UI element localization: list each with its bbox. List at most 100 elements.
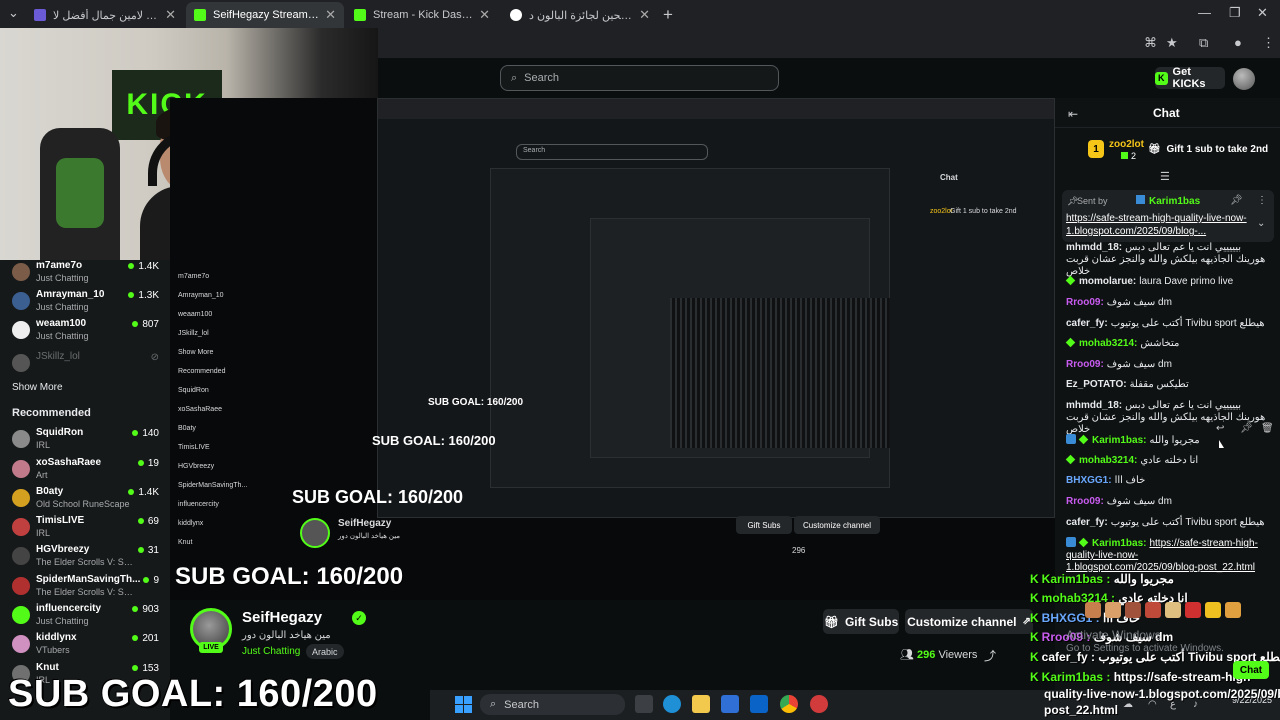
- top-gifter-name[interactable]: zoo2lot: [1109, 139, 1144, 150]
- nested-sub-goal-5: SUB GOAL: 160/200: [428, 397, 524, 408]
- tab-close-icon[interactable]: ✕: [633, 7, 650, 23]
- chat-username[interactable]: Rroo09:: [1066, 359, 1104, 370]
- google-favicon-icon: [510, 9, 522, 21]
- chat-username[interactable]: Karim1bas:: [1092, 435, 1146, 446]
- share-icon[interactable]: ⤴: [984, 647, 996, 664]
- chat-message[interactable]: Ez_POTATO: تطيكس مقفلة: [1066, 379, 1266, 391]
- chat-filter-icon[interactable]: ☰: [1160, 170, 1170, 183]
- chat-message[interactable]: Karim1bas: مجريوا والله: [1066, 434, 1266, 447]
- tab-title: الكرة الذهبية لامين جمال أفضل لا: [53, 9, 159, 22]
- browser-tab-ballon-dor[interactable]: الكرة الذهبية لامين جمال أفضل لا ✕: [26, 2, 184, 28]
- user-avatar[interactable]: [1233, 68, 1255, 90]
- show-more-link[interactable]: Show More: [12, 382, 63, 393]
- chat-message[interactable]: Rroo09: سيف شوف dm: [1066, 496, 1266, 508]
- sidebar-channel-m7ame7o[interactable]: m7ame7o Just Chatting 1.4K: [12, 260, 167, 286]
- store-icon[interactable]: [721, 695, 739, 713]
- sidebar-channel-jskillz[interactable]: JSkillz_lol ⊘: [12, 351, 167, 377]
- file-explorer-icon[interactable]: [692, 695, 710, 713]
- nested-sub-goal-4: SUB GOAL: 160/200: [372, 433, 496, 448]
- chat-message[interactable]: momolarue: laura Dave primo live: [1065, 275, 1266, 288]
- sidebar-channel-squidron[interactable]: SquidRon IRL 140: [12, 427, 167, 453]
- task-view-icon[interactable]: [635, 695, 653, 713]
- menu-kebab-icon[interactable]: ⋮: [1262, 35, 1275, 51]
- edge-browser-icon[interactable]: [663, 695, 681, 713]
- new-tab-button[interactable]: +: [663, 5, 673, 25]
- sidebar-channel-weaam100[interactable]: weaam100 Just Chatting 807: [12, 318, 167, 344]
- translate-icon[interactable]: ⌘: [1144, 35, 1157, 51]
- profile-icon[interactable]: ●: [1234, 35, 1242, 50]
- activate-windows-subtext: Go to Settings to activate Windows.: [1066, 643, 1224, 654]
- sidebar-channel-influencercity[interactable]: influencercity Just Chatting 903: [12, 603, 167, 629]
- sidebar-channel-timislive[interactable]: TimisLIVE IRL 69: [12, 515, 167, 541]
- tab-close-icon[interactable]: ✕: [319, 7, 336, 23]
- stream-category-link[interactable]: Just Chatting: [242, 646, 300, 657]
- chat-message[interactable]: mhmdd_18: بيييييي انت يا عم تعالى دبس هور…: [1066, 400, 1266, 436]
- chat-message[interactable]: mohab3214: متخاشش: [1065, 337, 1266, 350]
- channel-name: HGVbreezy: [36, 544, 90, 555]
- chat-username[interactable]: Karim1bas:: [1092, 538, 1146, 549]
- sidebar-channel-kiddlynx[interactable]: kiddlynx VTubers 201: [12, 632, 167, 658]
- pin-message-icon[interactable]: 📌︎: [1240, 423, 1253, 434]
- chat-username[interactable]: Ez_POTATO:: [1066, 379, 1127, 390]
- sidebar-channel-xosasharaee[interactable]: xoSashaRaee Art 19: [12, 457, 167, 483]
- chat-text: laura Dave primo live: [1139, 276, 1234, 287]
- chat-username[interactable]: cafer_fy:: [1066, 517, 1108, 528]
- browser-tab-kick-dashboard[interactable]: Stream - Kick Dashboard ✕: [346, 2, 498, 28]
- tab-close-icon[interactable]: ✕: [159, 7, 176, 23]
- gift-subs-button[interactable]: 🎁︎ Gift Subs: [823, 609, 899, 634]
- chat-message[interactable]: Karim1bas: https://safe-stream-high-quali…: [1066, 537, 1266, 574]
- extensions-icon[interactable]: ⧉: [1199, 35, 1208, 51]
- restore-icon[interactable]: ❐: [1229, 5, 1241, 21]
- outlook-icon[interactable]: [750, 695, 768, 713]
- chat-username[interactable]: Rroo09:: [1066, 297, 1104, 308]
- chrome-icon[interactable]: [780, 695, 798, 713]
- chat-username[interactable]: mohab3214:: [1079, 455, 1137, 466]
- tab-search-icon[interactable]: ⌄: [8, 5, 19, 21]
- sidebar-channel-amrayman[interactable]: Amrayman_10 Just Chatting 1.3K: [12, 289, 167, 315]
- chat-username[interactable]: Rroo09:: [1066, 496, 1104, 507]
- browser-tab-ballon-candidates[interactable]: من هم المرشحين لجائزة البالون د ✕: [502, 2, 658, 28]
- unpin-icon[interactable]: 📌︎: [1230, 195, 1243, 206]
- customize-channel-button[interactable]: Customize channel ⇗: [905, 609, 1033, 634]
- sidebar-channel-hgvbreezy[interactable]: HGVbreezy The Elder Scrolls V: Sky... 31: [12, 544, 167, 570]
- stream-language-tag[interactable]: Arabic: [306, 644, 344, 659]
- obs-icon[interactable]: [810, 695, 828, 713]
- chat-message[interactable]: cafer_fy: أكتب على يوتيوب Tivibu sport هي…: [1066, 318, 1266, 330]
- chat-message[interactable]: mohab3214: انا دخلته عادي: [1065, 454, 1266, 467]
- chat-username[interactable]: mohab3214:: [1079, 338, 1137, 349]
- sidebar-channel-spiderman[interactable]: SpiderManSavingTh... The Elder Scrolls V…: [12, 574, 167, 600]
- windows-start-icon[interactable]: [455, 696, 472, 713]
- chat-username[interactable]: momolarue:: [1079, 276, 1136, 287]
- chat-username[interactable]: cafer_fy:: [1066, 318, 1108, 329]
- chat-username[interactable]: mhmdd_18:: [1066, 400, 1122, 411]
- taskbar-search-input[interactable]: ⌕ Search: [480, 694, 625, 715]
- chat-message[interactable]: Rroo09: سيف شوف dm: [1066, 359, 1266, 371]
- collapse-chat-icon[interactable]: ⇤: [1068, 107, 1078, 121]
- pinned-user[interactable]: Karim1bas: [1136, 195, 1200, 207]
- chat-message[interactable]: mhmdd_18: بيييييي انت يا عم تعالى دبس هور…: [1066, 242, 1266, 278]
- pinned-link[interactable]: https://safe-stream-high-quality-live-no…: [1066, 212, 1251, 238]
- sidebar-channel-b0aty[interactable]: B0aty Old School RuneScape 1.4K: [12, 486, 167, 512]
- close-window-icon[interactable]: ✕: [1257, 5, 1268, 21]
- pinned-more-icon[interactable]: ⋮: [1257, 195, 1267, 206]
- chat-message[interactable]: Rroo09: سيف شوف dm: [1066, 297, 1266, 309]
- chat-message[interactable]: BHXGG1: خاف ااا: [1066, 475, 1266, 487]
- live-dot-icon: [128, 489, 135, 495]
- gift-sub-promo[interactable]: 🎁︎ Gift 1 sub to take 2nd: [1148, 144, 1268, 155]
- minimize-icon[interactable]: —: [1198, 5, 1211, 20]
- chat-username[interactable]: mhmdd_18:: [1066, 242, 1122, 253]
- delete-icon[interactable]: 🗑︎: [1261, 423, 1274, 434]
- kick-logo-icon: K: [1155, 71, 1168, 85]
- tab-close-icon[interactable]: ✕: [473, 7, 490, 23]
- get-kicks-button[interactable]: K Get KICKs: [1155, 66, 1225, 90]
- stream-video-player[interactable]: Search m7ame7o Amrayman_10 weaam100 JSki…: [170, 98, 1055, 618]
- browser-tab-seifhegazy-stream[interactable]: SeifHegazy Stream - Watch Live ✕: [186, 2, 344, 28]
- chat-username[interactable]: BHXGG1:: [1066, 475, 1112, 486]
- expand-pinned-icon[interactable]: ⌄: [1257, 218, 1265, 229]
- bookmark-star-icon[interactable]: ★: [1166, 35, 1178, 51]
- reply-icon[interactable]: ↩: [1216, 423, 1224, 434]
- chat-message[interactable]: cafer_fy: أكتب على يوتيوب Tivibu sport هي…: [1066, 517, 1266, 529]
- send-chat-button[interactable]: Chat: [1233, 661, 1269, 679]
- streamer-name[interactable]: SeifHegazy: [242, 609, 322, 626]
- search-input[interactable]: ⌕ Search: [500, 65, 779, 91]
